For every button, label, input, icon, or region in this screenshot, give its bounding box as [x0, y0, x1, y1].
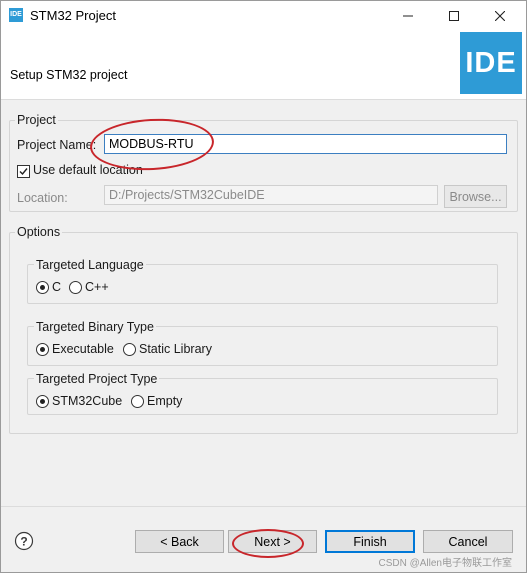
binary-static-library-radio[interactable] [123, 343, 136, 356]
project-type-empty-label: Empty [147, 394, 183, 408]
binary-executable-label: Executable [52, 342, 114, 356]
binary-static-library-label: Static Library [139, 342, 212, 356]
finish-button[interactable]: Finish [325, 530, 415, 553]
help-icon[interactable]: ? [14, 531, 34, 551]
targeted-language-label: Targeted Language [34, 258, 146, 272]
project-type-stm32cube-radio[interactable] [36, 395, 49, 408]
project-name-input[interactable] [104, 134, 507, 154]
wizard-content: Project Project Name: Use default locati… [1, 100, 526, 506]
wizard-footer: ? < Back Next > Finish Cancel CSDN @Alle… [1, 506, 526, 572]
title-bar: IDE STM32 Project [1, 1, 526, 31]
svg-text:?: ? [20, 535, 27, 549]
ide-app-icon: IDE [9, 8, 23, 22]
location-label: Location: [17, 191, 68, 205]
language-cpp-label: C++ [85, 280, 109, 294]
checkmark-icon [19, 168, 28, 176]
targeted-binary-type-label: Targeted Binary Type [34, 320, 156, 334]
close-icon [494, 10, 506, 22]
minimize-icon [403, 15, 413, 17]
project-group-label: Project [15, 113, 58, 127]
targeted-project-type-label: Targeted Project Type [34, 372, 160, 386]
stm32-project-dialog: IDE STM32 Project Setup STM32 project ID… [0, 0, 527, 573]
language-c-label: C [52, 280, 62, 294]
maximize-icon [449, 11, 459, 21]
location-input[interactable] [104, 185, 438, 205]
maximize-button[interactable] [431, 1, 477, 31]
next-button[interactable]: Next > [228, 530, 317, 553]
cancel-button[interactable]: Cancel [423, 530, 513, 553]
project-type-empty-radio[interactable] [131, 395, 144, 408]
options-group-label: Options [15, 225, 63, 239]
use-default-location-checkbox[interactable] [17, 165, 30, 178]
project-name-label: Project Name: [17, 138, 97, 152]
language-cpp-radio[interactable] [69, 281, 82, 294]
binary-executable-radio[interactable] [36, 343, 49, 356]
minimize-button[interactable] [385, 1, 431, 31]
browse-button[interactable]: Browse... [444, 185, 507, 208]
watermark-text: CSDN @Allen电子物联工作室 [378, 558, 512, 569]
project-type-stm32cube-label: STM32Cube [52, 394, 123, 408]
language-c-radio[interactable] [36, 281, 49, 294]
use-default-location-label: Use default location [33, 163, 143, 177]
window-title: STM32 Project [30, 8, 116, 23]
back-button[interactable]: < Back [135, 530, 224, 553]
wizard-title: Setup STM32 project [10, 68, 128, 82]
close-button[interactable] [477, 1, 523, 31]
wizard-header: Setup STM32 project IDE [1, 31, 526, 100]
ide-logo: IDE [460, 32, 522, 94]
